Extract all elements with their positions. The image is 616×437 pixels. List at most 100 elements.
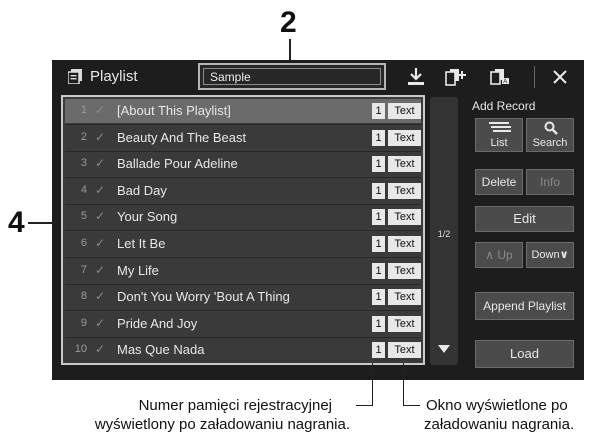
info-button[interactable]: Info: [526, 169, 574, 195]
record-number: 3: [80, 157, 87, 170]
record-row[interactable]: 10 ✓ Mas Que Nada 1 Text: [65, 338, 421, 363]
rename-icon[interactable]: A: [488, 66, 512, 88]
record-row[interactable]: 5 ✓ Your Song 1 Text: [65, 205, 421, 230]
caption-left-line-v: [372, 363, 373, 405]
text-button[interactable]: Text: [388, 156, 421, 173]
check-icon: ✓: [95, 209, 106, 224]
check-icon: ✓: [95, 182, 106, 197]
record-number: 1: [80, 104, 87, 116]
text-button[interactable]: Text: [388, 262, 421, 279]
record-title: Ballade Pour Adeline: [117, 156, 238, 172]
playlist-icon: [68, 69, 82, 84]
scroll-down-arrow-icon[interactable]: [438, 345, 450, 353]
caption-right-line1: Okno wyświetlone po: [426, 397, 568, 414]
registration-memory-number: 1: [372, 315, 385, 332]
record-title: My Life: [117, 262, 159, 278]
text-button[interactable]: Text: [388, 342, 421, 359]
text-button[interactable]: Text: [388, 236, 421, 252]
record-number: 6: [80, 237, 87, 249]
caption-left: Numer pamięci rejestracyjnej wyświetlony…: [95, 396, 350, 434]
text-button[interactable]: Text: [388, 129, 421, 146]
search-icon: [544, 121, 558, 135]
add-record-list-button[interactable]: List: [475, 118, 523, 152]
record-list[interactable]: 1 ✓ [About This Playlist] 1 Text 2 ✓ Beauty And…: [61, 95, 425, 365]
add-record-search-button[interactable]: Search: [526, 118, 574, 152]
delete-button[interactable]: Delete: [475, 169, 523, 195]
record-number: 7: [80, 263, 87, 276]
add-record-label: Add Record: [472, 99, 536, 113]
top-bar: Playlist Sample A: [52, 60, 584, 94]
registration-memory-number: 1: [372, 182, 385, 199]
list-icon: [489, 122, 511, 132]
check-icon: ✓: [95, 129, 106, 144]
record-title: Bad Day: [117, 182, 167, 198]
registration-memory-number: 1: [372, 156, 385, 173]
registration-memory-number: 1: [372, 262, 385, 279]
record-number: 9: [80, 316, 87, 329]
record-row[interactable]: 9 ✓ Pride And Joy 1 Text: [65, 311, 421, 336]
caption-right-line-v: [403, 363, 404, 405]
record-title: [About This Playlist]: [117, 103, 231, 118]
down-button[interactable]: Down∨: [526, 242, 574, 268]
record-number: 8: [80, 290, 87, 303]
caption-right: Okno wyświetlone po załadowaniu nagrania…: [424, 396, 574, 434]
record-row[interactable]: 2 ✓ Beauty And The Beast 1 Text: [65, 125, 421, 150]
record-number: 4: [80, 183, 87, 196]
window-title: Playlist: [90, 68, 138, 85]
text-button[interactable]: Text: [388, 315, 421, 332]
toolbar-separator: [534, 66, 535, 88]
callout-2: 2: [280, 6, 297, 39]
caption-left-line-h: [356, 405, 373, 406]
registration-memory-number: 1: [372, 209, 385, 226]
record-row[interactable]: 7 ✓ My Life 1 Text: [65, 258, 421, 283]
check-icon: ✓: [95, 236, 106, 250]
caption-left-line1: Numer pamięci rejestracyjnej: [138, 397, 332, 414]
check-icon: ✓: [95, 289, 106, 304]
load-button[interactable]: Load: [475, 340, 574, 368]
up-button[interactable]: ∧ Up: [475, 242, 523, 268]
append-playlist-button[interactable]: Append Playlist: [475, 292, 574, 320]
record-row[interactable]: 3 ✓ Ballade Pour Adeline 1 Text: [65, 152, 421, 177]
record-title: Let It Be: [117, 236, 166, 251]
check-icon: ✓: [95, 342, 106, 357]
search-label: Search: [532, 137, 568, 149]
record-title: Beauty And The Beast: [117, 129, 247, 145]
record-title: Pride And Joy: [117, 315, 198, 331]
check-icon: ✓: [95, 103, 106, 117]
registration-memory-number: 1: [372, 342, 385, 359]
text-button[interactable]: Text: [388, 209, 421, 226]
up-arrow-icon: ∧: [485, 248, 495, 262]
caption-left-line2: wyświetlony po załadowaniu nagrania.: [94, 416, 350, 433]
close-icon[interactable]: [548, 66, 572, 88]
record-number: 10: [74, 343, 87, 356]
registration-memory-number: 1: [372, 129, 385, 146]
record-row[interactable]: 4 ✓ Bad Day 1 Text: [65, 178, 421, 203]
down-label: Down: [531, 249, 560, 261]
registration-memory-number: 1: [372, 103, 385, 119]
edit-button[interactable]: Edit: [475, 206, 574, 232]
down-arrow-icon: ∨: [559, 249, 569, 261]
new-playlist-icon[interactable]: [444, 66, 468, 88]
record-title: Mas Que Nada: [117, 342, 205, 358]
record-number: 5: [80, 210, 87, 223]
list-label: List: [490, 137, 508, 149]
check-icon: ✓: [95, 315, 106, 330]
scroll-bar[interactable]: 1/2: [430, 97, 458, 365]
record-row[interactable]: 6 ✓ Let It Be 1 Text: [65, 232, 421, 256]
record-row[interactable]: 1 ✓ [About This Playlist] 1 Text: [65, 99, 421, 123]
record-title: Your Song: [117, 209, 178, 225]
save-icon[interactable]: [404, 66, 428, 88]
page-indicator: 1/2: [437, 229, 451, 239]
caption-right-line-h: [403, 405, 420, 406]
playlist-name-box[interactable]: Sample: [198, 63, 386, 90]
registration-memory-number: 1: [372, 236, 385, 252]
text-button[interactable]: Text: [388, 103, 421, 119]
record-row[interactable]: 8 ✓ Don't You Worry 'Bout A Thing 1 Text: [65, 285, 421, 310]
registration-memory-number: 1: [372, 289, 385, 306]
callout-4: 4: [8, 206, 25, 239]
playlist-screen: Playlist Sample A 1 ✓ [About This Playlist…: [52, 60, 584, 380]
text-button[interactable]: Text: [388, 289, 421, 306]
text-button[interactable]: Text: [388, 182, 421, 199]
check-icon: ✓: [95, 262, 106, 277]
playlist-name-field[interactable]: Sample: [203, 68, 381, 85]
